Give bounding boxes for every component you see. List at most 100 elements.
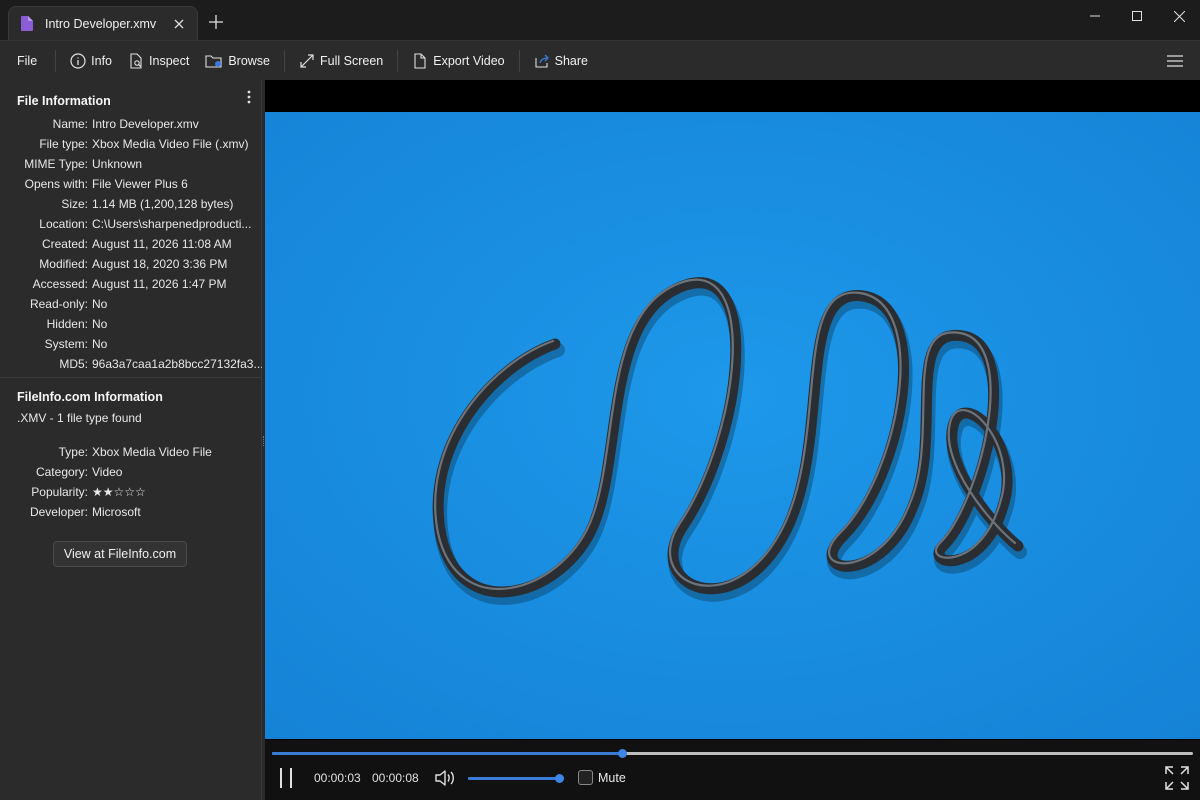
- video-frame[interactable]: [265, 112, 1200, 739]
- tab-title: Intro Developer.xmv: [45, 16, 157, 31]
- file-types-found: .XMV - 1 file type found: [17, 411, 142, 425]
- info-row: Location: C:\Users\sharpenedproducti...: [0, 214, 262, 234]
- browse-label: Browse: [228, 53, 271, 68]
- info-key: File type:: [39, 137, 88, 151]
- info-key: System:: [44, 337, 88, 351]
- info-key: Size:: [61, 197, 88, 211]
- info-key: MIME Type:: [24, 157, 88, 171]
- export-video-button[interactable]: Export Video: [404, 46, 512, 76]
- info-key: Category:: [35, 465, 88, 479]
- info-row: Size: 1.14 MB (1,200,128 bytes): [0, 194, 262, 214]
- more-options-icon[interactable]: [240, 88, 258, 106]
- close-icon[interactable]: [171, 16, 187, 32]
- volume-icon[interactable]: [433, 767, 457, 789]
- info-row: Popularity: ★★☆☆☆: [0, 482, 262, 502]
- info-row: Name: Intro Developer.xmv: [0, 114, 262, 134]
- info-value: August 11, 2026 11:08 AM: [92, 237, 232, 251]
- browse-folder-icon: [205, 54, 222, 68]
- export-video-label: Export Video: [433, 53, 505, 68]
- info-row: Opens with: File Viewer Plus 6: [0, 174, 262, 194]
- minimize-icon[interactable]: [1072, 0, 1118, 32]
- volume-slider[interactable]: [468, 774, 564, 783]
- window-close-icon[interactable]: [1156, 0, 1200, 32]
- mute-label[interactable]: Mute: [598, 771, 626, 785]
- info-key: Name:: [52, 117, 88, 131]
- plus-icon[interactable]: [206, 12, 226, 32]
- info-value: August 11, 2026 1:47 PM: [92, 277, 227, 291]
- view-at-fileinfo-label: View at FileInfo.com: [63, 547, 177, 561]
- info-button[interactable]: Info: [62, 46, 120, 76]
- info-sidebar: File Information Name: Intro Developer.xm…: [0, 80, 262, 800]
- video-player[interactable]: [265, 80, 1200, 800]
- seek-bar[interactable]: [272, 749, 1193, 758]
- info-key: Developer:: [29, 505, 88, 519]
- info-icon: [70, 52, 86, 69]
- export-file-icon: [414, 52, 426, 69]
- info-value: Intro Developer.xmv: [92, 117, 199, 131]
- share-label: Share: [554, 53, 588, 68]
- info-value: No: [92, 337, 108, 351]
- info-row: Hidden: No: [0, 314, 262, 334]
- info-row: MIME Type: Unknown: [0, 154, 262, 174]
- info-value: File Viewer Plus 6: [92, 177, 188, 191]
- expand-arrow-icon: [300, 53, 314, 68]
- seek-thumb[interactable]: [617, 749, 627, 758]
- volume-level: [468, 777, 561, 780]
- info-value: C:\Users\sharpenedproducti...: [92, 217, 252, 231]
- maximize-icon[interactable]: [1114, 0, 1160, 32]
- info-value: 96a3a7caa1a2b8bcc27132fa3...: [92, 357, 262, 371]
- info-row: System: No: [0, 334, 262, 354]
- info-row: Modified: August 18, 2020 3:36 PM: [0, 254, 262, 274]
- info-row: Developer: Microsoft: [0, 502, 262, 522]
- toolbar-divider: [518, 49, 520, 72]
- info-key: Popularity:: [31, 485, 88, 499]
- info-value: No: [92, 297, 108, 311]
- player-controls: 00:00:03 00:00:08 Mute: [265, 740, 1200, 800]
- toolbar-divider: [284, 49, 286, 72]
- info-row: Read-only: No: [0, 294, 262, 314]
- hamburger-icon[interactable]: [1164, 51, 1186, 71]
- info-value: ★★☆☆☆: [92, 485, 146, 499]
- pause-icon[interactable]: [275, 766, 297, 790]
- browse-button[interactable]: Browse: [197, 46, 278, 76]
- info-value: 1.14 MB (1,200,128 bytes): [92, 197, 234, 211]
- info-key: Read-only:: [29, 297, 88, 311]
- info-key: Modified:: [39, 257, 88, 271]
- info-row: Accessed: August 11, 2026 1:47 PM: [0, 274, 262, 294]
- share-button[interactable]: Share: [526, 46, 596, 76]
- file-menu-button[interactable]: File: [0, 46, 49, 76]
- info-key: Created:: [41, 237, 88, 251]
- file-menu-label: File: [17, 53, 38, 68]
- volume-thumb[interactable]: [555, 774, 564, 783]
- tab-intro-developer[interactable]: Intro Developer.xmv: [8, 6, 198, 40]
- info-row: Created: August 11, 2026 11:08 AM: [0, 234, 262, 254]
- section-divider: [0, 377, 261, 378]
- fullscreen-expand-icon[interactable]: [1163, 764, 1191, 792]
- fullscreen-button[interactable]: Full Screen: [291, 46, 391, 76]
- share-icon: [535, 54, 549, 68]
- inspect-icon: [130, 52, 142, 69]
- toolbar-divider: [55, 49, 57, 72]
- title-bar: Intro Developer.xmv: [0, 0, 1200, 40]
- info-value: Xbox Media Video File (.xmv): [92, 137, 249, 151]
- info-value: No: [92, 317, 108, 331]
- toolbar-divider: [397, 49, 399, 72]
- info-key: Accessed:: [32, 277, 88, 291]
- mute-checkbox[interactable]: [578, 770, 593, 785]
- info-row: File type: Xbox Media Video File (.xmv): [0, 134, 262, 154]
- fullscreen-label: Full Screen: [320, 53, 384, 68]
- info-key: Opens with:: [24, 177, 88, 191]
- info-value: Unknown: [92, 157, 143, 171]
- total-time: 00:00:08: [372, 771, 419, 785]
- info-row: Category: Video: [0, 462, 262, 482]
- seek-progress: [272, 752, 622, 755]
- inspect-button[interactable]: Inspect: [120, 46, 197, 76]
- inspect-label: Inspect: [149, 53, 190, 68]
- info-row: Type: Xbox Media Video File: [0, 442, 262, 462]
- info-value: Microsoft: [92, 505, 141, 519]
- info-key: MD5:: [59, 357, 88, 371]
- view-at-fileinfo-button[interactable]: View at FileInfo.com: [53, 541, 187, 567]
- info-label: Info: [91, 53, 113, 68]
- info-key: Location:: [39, 217, 88, 231]
- info-key: Type:: [58, 445, 88, 459]
